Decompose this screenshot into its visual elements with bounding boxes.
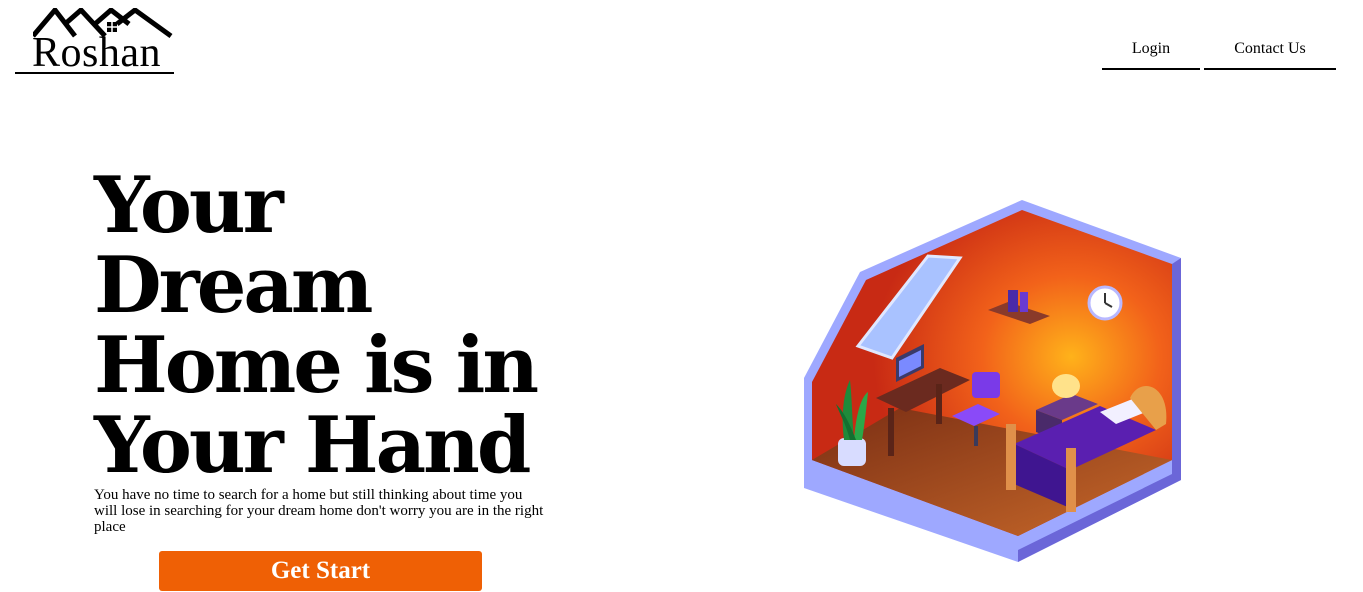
hero-description: You have no time to search for a home bu… <box>94 487 544 535</box>
hero-title: Your Dream Home is in Your Hand <box>94 166 614 486</box>
hero-title-line: Home is in <box>94 320 539 411</box>
nav-contact-link[interactable]: Contact Us <box>1204 38 1336 70</box>
hero-title-line: Your Hand <box>94 400 531 491</box>
hero-title-line: Dream <box>94 240 373 331</box>
hero-title-line: Your <box>94 160 284 251</box>
isometric-room-illustration <box>800 198 1185 566</box>
brand-underline <box>15 72 174 74</box>
brand-logo[interactable]: Roshan <box>15 8 175 74</box>
brand-name: Roshan <box>32 30 161 76</box>
nav-login-link[interactable]: Login <box>1102 38 1200 70</box>
get-start-button[interactable]: Get Start <box>159 551 482 591</box>
